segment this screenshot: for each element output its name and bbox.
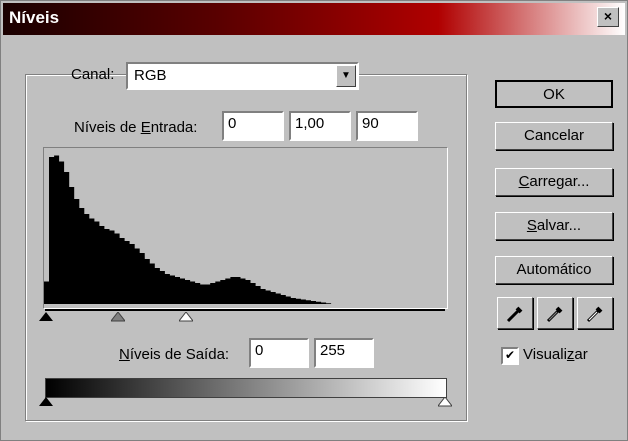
close-icon: × xyxy=(603,8,613,24)
histogram-plot xyxy=(44,155,447,304)
title-bar[interactable]: Níveis × xyxy=(3,3,625,35)
auto-button[interactable]: Automático xyxy=(495,256,613,284)
input-slider-track[interactable] xyxy=(45,309,445,311)
gray-point-eyedropper-icon xyxy=(546,306,563,323)
preview-label[interactable]: Visualizar xyxy=(523,346,588,363)
output-black-field[interactable]: 0 xyxy=(249,338,309,368)
levels-dialog: Níveis × Canal: RGB ▼ Níveis de Entrada:… xyxy=(0,0,628,441)
white-eyedropper-button[interactable] xyxy=(577,297,613,329)
dialog-title: Níveis xyxy=(9,8,60,27)
histogram xyxy=(43,147,448,309)
black-eyedropper-button[interactable] xyxy=(497,297,533,329)
preview-checkbox[interactable]: ✔ xyxy=(501,347,519,365)
output-white-field[interactable]: 255 xyxy=(314,338,374,368)
output-gradient-bar[interactable] xyxy=(45,378,447,398)
ok-button[interactable]: OK xyxy=(495,80,613,108)
input-white-slider-handle[interactable] xyxy=(179,312,193,322)
output-levels-label: Níveis de Saída: xyxy=(119,346,230,363)
chevron-down-icon[interactable]: ▼ xyxy=(336,65,356,87)
histogram-area xyxy=(44,155,447,304)
close-button[interactable]: × xyxy=(597,7,619,27)
input-white-field[interactable]: 90 xyxy=(356,111,418,141)
cancel-button[interactable]: Cancelar xyxy=(495,122,613,150)
output-white-slider-handle[interactable] xyxy=(438,397,452,407)
input-gamma-slider-handle[interactable] xyxy=(111,312,125,322)
output-black-slider-handle[interactable] xyxy=(39,397,53,407)
channel-value: RGB xyxy=(134,67,167,84)
black-point-eyedropper-icon xyxy=(506,306,523,323)
load-button[interactable]: Carregar... xyxy=(495,168,613,196)
channel-label: Canal: xyxy=(71,66,115,83)
input-black-field[interactable]: 0 xyxy=(222,111,284,141)
save-button[interactable]: Salvar... xyxy=(495,212,613,240)
gray-eyedropper-button[interactable] xyxy=(537,297,573,329)
channel-select[interactable]: RGB ▼ xyxy=(126,62,359,90)
input-black-slider-handle[interactable] xyxy=(39,312,53,322)
white-point-eyedropper-icon xyxy=(586,306,603,323)
checkmark-icon: ✔ xyxy=(504,348,516,362)
input-gamma-field[interactable]: 1,00 xyxy=(289,111,351,141)
input-levels-label: Níveis de Entrada: xyxy=(74,119,198,136)
